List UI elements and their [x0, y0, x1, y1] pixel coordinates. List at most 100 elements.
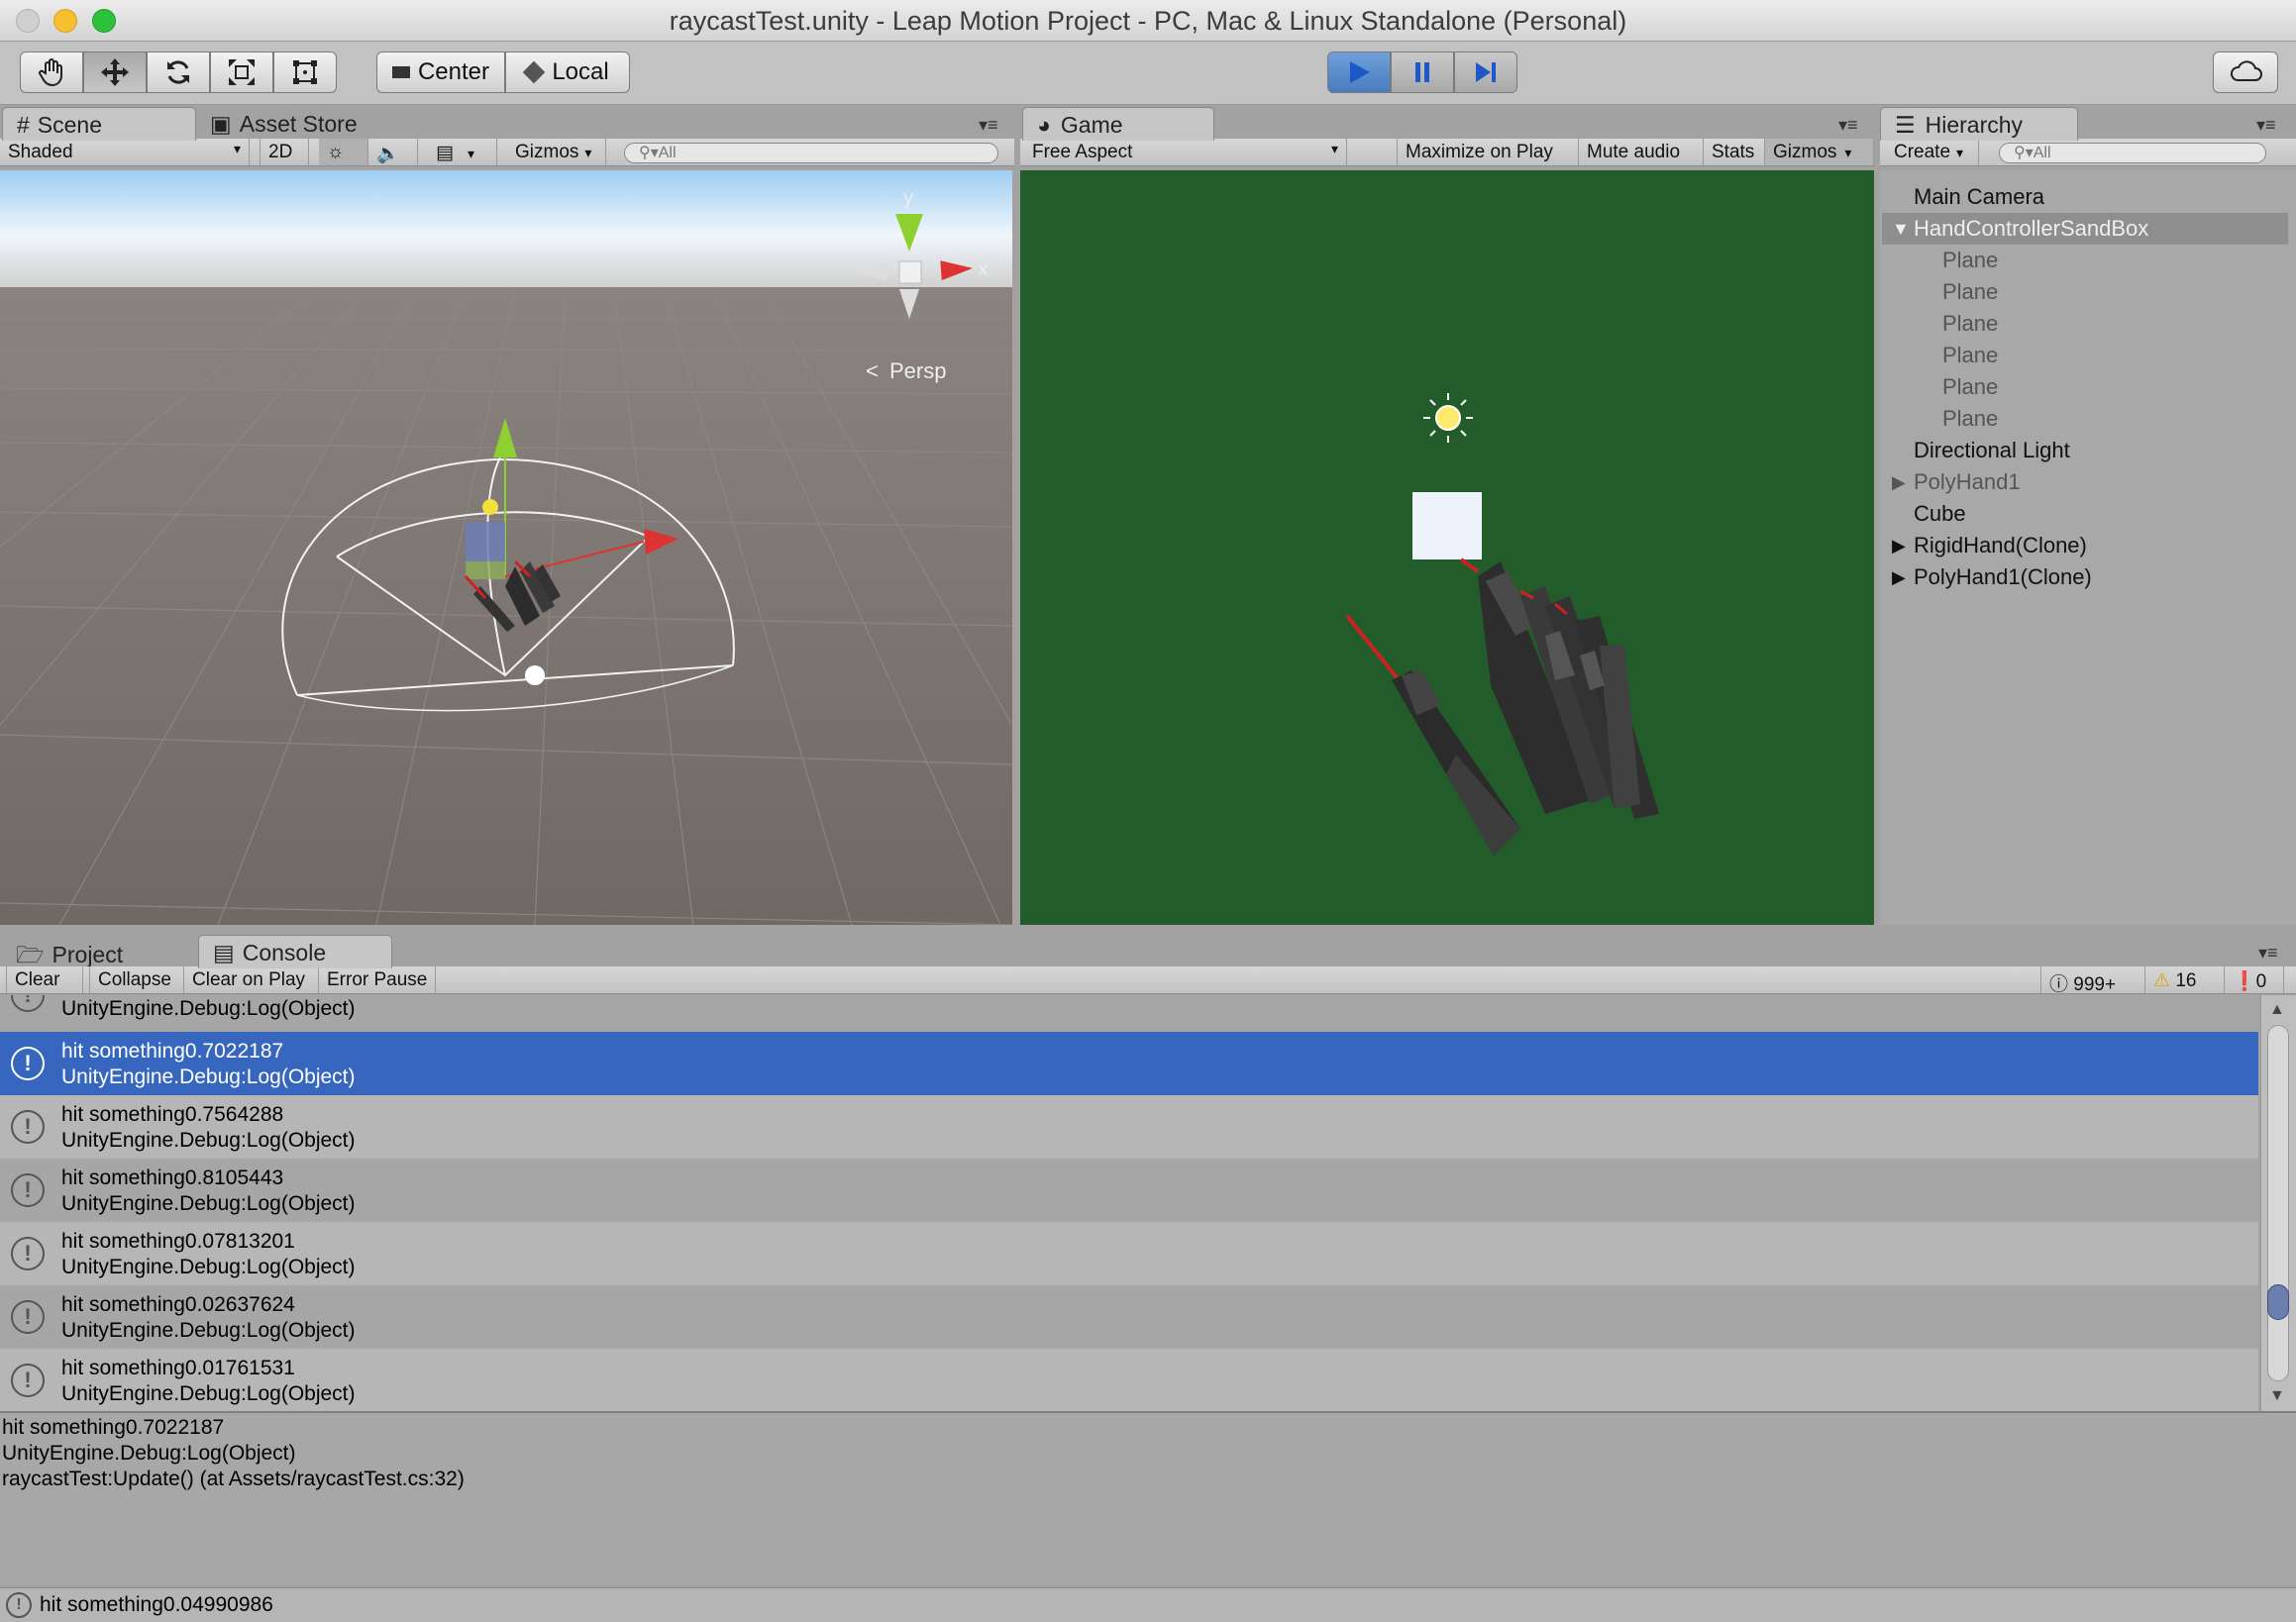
hierarchy-item-plane[interactable]: Plane [1882, 403, 2288, 435]
hierarchy-search-input[interactable]: ⚲▾All [1999, 143, 2266, 163]
scene-audio-toggle[interactable]: 🔈 [368, 139, 418, 165]
pivot-local-toggle[interactable]: Local [505, 51, 630, 93]
gizmo-center-cube[interactable] [898, 260, 922, 284]
status-bar[interactable]: ! hit something0.04990986 [0, 1587, 2296, 1622]
clear-on-play-toggle[interactable]: Clear on Play [184, 966, 319, 993]
rotate-tool-button[interactable] [147, 51, 210, 93]
hierarchy-item-rigidhand-clone[interactable]: ▶ RigidHand(Clone) [1882, 530, 2288, 561]
log-row[interactable]: ! hit something0.07813201 UnityEngine.De… [0, 1222, 2258, 1285]
scene-search-input[interactable]: ⚲▾All [624, 143, 998, 163]
log-count-toggle[interactable]: ⓘ 999+ [2040, 966, 2145, 995]
stats-toggle[interactable]: Stats [1704, 139, 1765, 165]
grid-icon: # [17, 112, 30, 138]
detail-line: UnityEngine.Debug:Log(Object) [2, 1442, 296, 1465]
gizmo-y-label: y [903, 187, 913, 209]
tab-hierarchy[interactable]: ☰ Hierarchy [1880, 107, 2078, 141]
game-viewport[interactable] [1020, 170, 1874, 925]
persp-label-group[interactable]: < Persp [866, 358, 946, 383]
scene-panel-menu-icon[interactable]: ▾≡ [979, 115, 998, 136]
scrollbar-track[interactable] [2267, 1025, 2289, 1381]
dropdown-arrow-icon: ▾ [1330, 141, 1338, 156]
detail-line: raycastTest:Update() (at Assets/raycastT… [2, 1468, 465, 1490]
tab-asset-store[interactable]: ▣ Asset Store [196, 107, 408, 141]
hierarchy-control-bar: Create ▾ ⚲▾All [1880, 139, 2296, 166]
game-panel-menu-icon[interactable]: ▾≡ [1838, 115, 1858, 136]
info-icon: ! [11, 1110, 45, 1144]
camera-gizmo-icon [525, 665, 545, 685]
scene-gizmos-dropdown[interactable]: Gizmos ▾ [507, 139, 606, 165]
clear-button[interactable]: Clear [6, 966, 83, 993]
shading-mode-dropdown[interactable]: Shaded ▾ [0, 139, 250, 165]
tab-console[interactable]: ▤ Console [198, 935, 392, 968]
hand-tool-button[interactable] [20, 51, 83, 93]
log-source: UnityEngine.Debug:Log(Object) [61, 1065, 356, 1088]
expand-triangle-icon[interactable]: ▶ [1892, 530, 1906, 561]
create-dropdown[interactable]: Create ▾ [1886, 139, 1979, 165]
store-bag-icon: ▣ [210, 111, 232, 137]
scrollbar-thumb[interactable] [2267, 1284, 2289, 1320]
scale-tool-button[interactable] [210, 51, 273, 93]
maximize-on-play-toggle[interactable]: Maximize on Play [1397, 139, 1579, 165]
log-row[interactable]: ! hit something0.01761531 UnityEngine.De… [0, 1349, 2258, 1411]
error-count-toggle[interactable]: ❗0 [2225, 966, 2284, 993]
expand-triangle-icon[interactable]: ▶ [1892, 561, 1906, 593]
hierarchy-item-plane[interactable]: Plane [1882, 371, 2288, 403]
cube-object[interactable] [1412, 492, 1482, 559]
cloud-services-button[interactable] [2213, 51, 2278, 93]
error-pause-toggle[interactable]: Error Pause [319, 966, 436, 993]
console-log-list: ! UnityEngine.Debug:Log(Object) ! hit so… [0, 995, 2258, 1411]
scroll-up-icon[interactable]: ▲ [2269, 1001, 2285, 1019]
warning-count-toggle[interactable]: ⚠ 16 [2145, 966, 2225, 993]
move-tool-button[interactable] [83, 51, 147, 93]
log-row[interactable]: ! hit something0.8105443 UnityEngine.Deb… [0, 1159, 2258, 1222]
log-row[interactable]: ! UnityEngine.Debug:Log(Object) [0, 995, 2258, 1027]
mute-audio-toggle[interactable]: Mute audio [1579, 139, 1704, 165]
hierarchy-panel-menu-icon[interactable]: ▾≡ [2256, 115, 2276, 136]
hierarchy-item-plane[interactable]: Plane [1882, 245, 2288, 276]
scroll-down-icon[interactable]: ▼ [2269, 1387, 2285, 1405]
play-button[interactable] [1327, 51, 1391, 93]
expand-triangle-icon[interactable]: ▶ [1892, 466, 1906, 498]
console-scrollbar[interactable]: ▲ ▼ [2260, 995, 2296, 1411]
pacman-icon: ◕ [1037, 112, 1051, 138]
hierarchy-item-label: Directional Light [1914, 438, 2070, 462]
hierarchy-item-plane[interactable]: Plane [1882, 340, 2288, 371]
tab-scene[interactable]: # Scene [2, 107, 196, 141]
rect-tool-button[interactable] [273, 51, 337, 93]
hierarchy-item-polyhand1[interactable]: ▶ PolyHand1 [1882, 466, 2288, 498]
scene-effects-dropdown[interactable]: ▤ ▾ [428, 139, 497, 165]
hierarchy-item-plane[interactable]: Plane [1882, 308, 2288, 340]
log-source: UnityEngine.Debug:Log(Object) [61, 1382, 356, 1405]
tab-project[interactable]: 🗁 Project [2, 935, 196, 968]
tab-console-label: Console [242, 940, 327, 965]
transform-plane-handle[interactable] [466, 561, 505, 579]
hierarchy-item-main-camera[interactable]: Main Camera [1882, 181, 2288, 213]
console-panel-menu-icon[interactable]: ▾≡ [2258, 943, 2278, 963]
hierarchy-tab-strip: ☰ Hierarchy ▾≡ [1878, 105, 2296, 141]
2d-mode-toggle[interactable]: 2D [260, 139, 309, 165]
hierarchy-item-cube[interactable]: Cube [1882, 498, 2288, 530]
aspect-dropdown[interactable]: Free Aspect ▾ [1020, 139, 1347, 165]
hierarchy-item-handcontrollersandbox[interactable]: ▼ HandControllerSandBox [1882, 213, 2288, 245]
scene-viewport[interactable]: y x < Persp [0, 170, 1012, 925]
tab-game[interactable]: ◕ Game [1022, 107, 1214, 141]
dropdown-arrow-icon: ▾ [467, 146, 474, 161]
log-row[interactable]: ! hit something0.7022187 UnityEngine.Deb… [0, 1032, 2258, 1095]
hierarchy-item-polyhand1-clone[interactable]: ▶ PolyHand1(Clone) [1882, 561, 2288, 593]
hierarchy-item-directional-light[interactable]: Directional Light [1882, 435, 2288, 466]
scene-lighting-toggle[interactable]: ☼ [319, 139, 368, 165]
expand-triangle-icon[interactable]: ▼ [1892, 213, 1910, 245]
log-row[interactable]: ! hit something0.02637624 UnityEngine.De… [0, 1285, 2258, 1349]
hierarchy-item-plane[interactable]: Plane [1882, 276, 2288, 308]
cube-object[interactable] [466, 522, 505, 561]
pivot-center-toggle[interactable]: Center [376, 51, 505, 93]
light-handle[interactable] [482, 499, 498, 515]
cloud-icon [2231, 60, 2262, 81]
game-gizmos-toggle[interactable]: Gizmos ▾ [1765, 139, 1874, 165]
step-button[interactable] [1454, 51, 1517, 93]
window-title: raycastTest.unity - Leap Motion Project … [669, 6, 1627, 36]
log-row[interactable]: ! hit something0.7564288 UnityEngine.Deb… [0, 1095, 2258, 1159]
hierarchy-item-label: Main Camera [1914, 184, 2045, 209]
collapse-toggle[interactable]: Collapse [89, 966, 184, 993]
pause-button[interactable] [1391, 51, 1454, 93]
